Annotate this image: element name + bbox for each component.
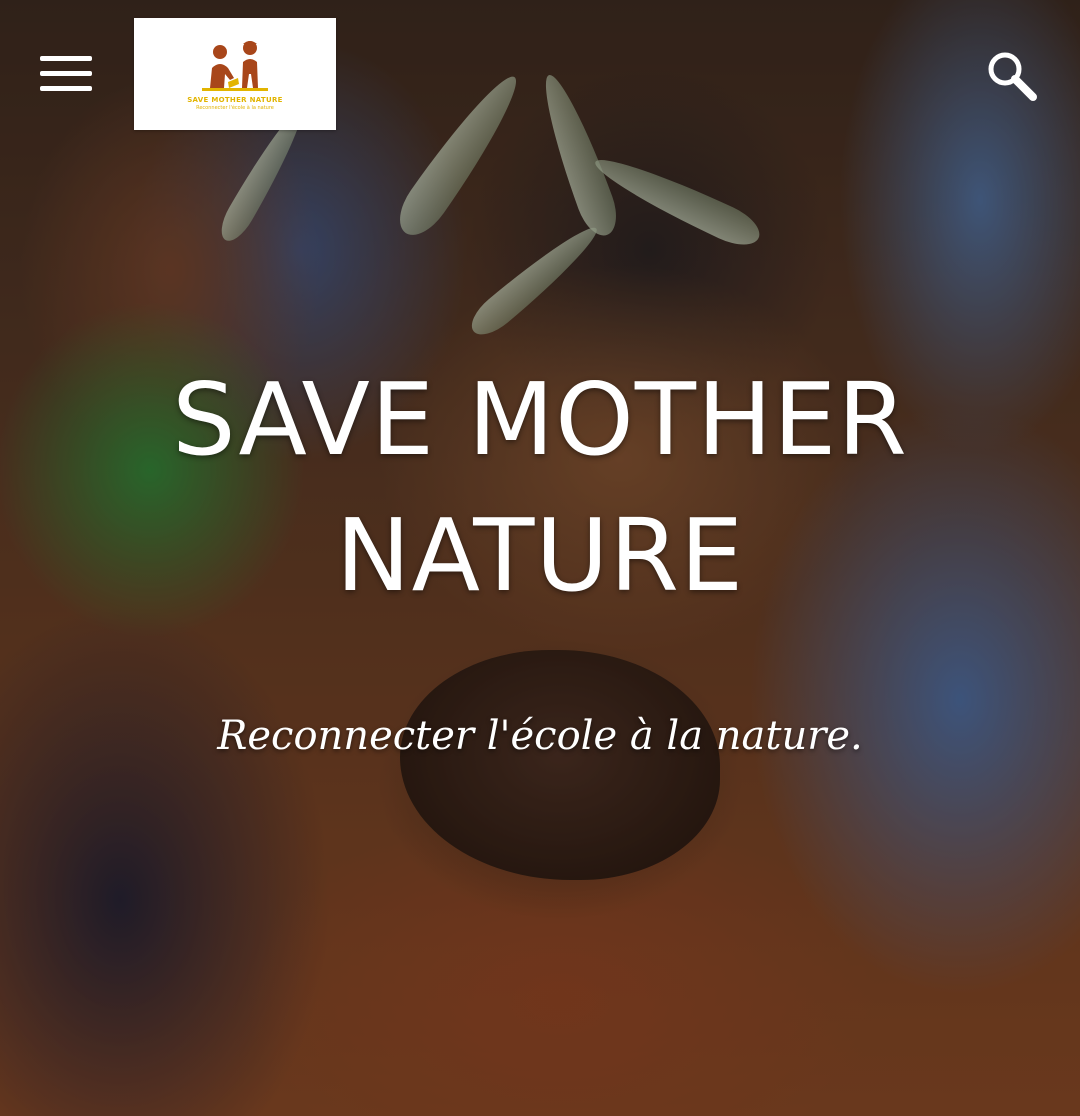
site-logo[interactable]: SAVE MOTHER NATURE Reconnecter l'école à… — [134, 18, 336, 130]
logo-name: SAVE MOTHER NATURE — [187, 95, 283, 104]
logo-figures-icon — [202, 40, 268, 91]
hamburger-menu-icon-bar — [40, 86, 92, 91]
hero-section: SAVE MOTHER NATURE Reconnecter l'école à… — [0, 0, 1080, 1116]
search-icon — [988, 52, 1037, 101]
hero-title-line-1: SAVE MOTHER — [172, 361, 908, 478]
hamburger-menu-icon — [40, 56, 92, 61]
search-button[interactable] — [984, 48, 1040, 104]
hero-title-line-2: NATURE — [335, 497, 745, 614]
hero-title: SAVE MOTHER NATURE — [0, 352, 1080, 624]
hero-subtitle: Reconnecter l'école à la nature. — [217, 713, 863, 759]
menu-button[interactable] — [40, 54, 94, 94]
logo-tagline: Reconnecter l'école à la nature — [196, 104, 274, 111]
hamburger-menu-icon-bar — [40, 71, 92, 76]
